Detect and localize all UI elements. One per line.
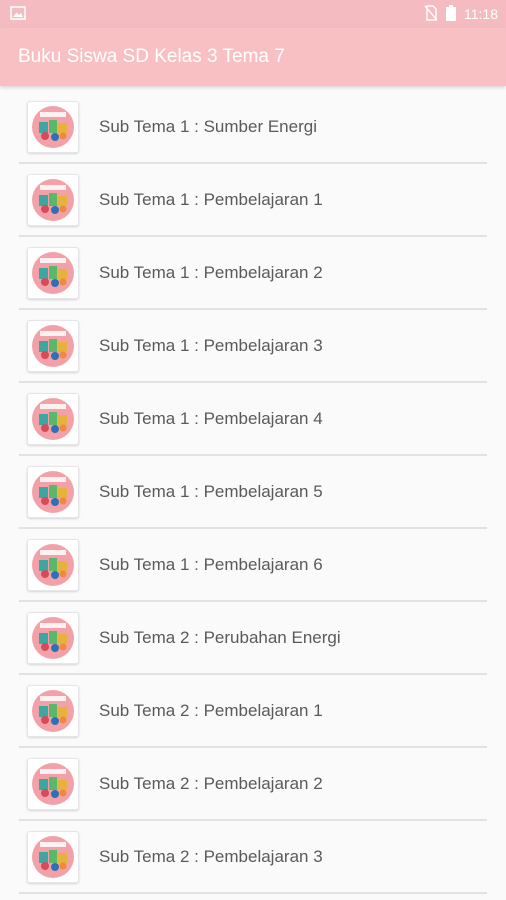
- list-item-label: Sub Tema 2 : Perubahan Energi: [99, 627, 341, 647]
- book-cover-icon: [27, 173, 79, 226]
- list-item-label: Sub Tema 1 : Pembelajaran 4: [99, 408, 323, 428]
- list-item[interactable]: Sub Tema 2 : Pembelajaran 2: [19, 748, 487, 821]
- list-item-label: Sub Tema 1 : Pembelajaran 3: [99, 335, 323, 355]
- book-cover-icon: [27, 830, 79, 883]
- app-bar: Buku Siswa SD Kelas 3 Tema 7: [0, 28, 506, 86]
- status-bar: 11:18: [0, 0, 506, 28]
- book-cover-art: [32, 397, 74, 440]
- list-item-label: Sub Tema 2 : Pembelajaran 1: [99, 700, 323, 720]
- status-time: 11:18: [464, 6, 498, 22]
- list-item-label: Sub Tema 1 : Pembelajaran 6: [99, 554, 323, 574]
- book-cover-icon: [27, 465, 79, 518]
- book-cover-art: [32, 616, 74, 659]
- battery-icon: [446, 4, 456, 24]
- book-cover-art: [32, 251, 74, 294]
- list-item[interactable]: Sub Tema 1 : Sumber Energi: [19, 91, 487, 164]
- book-cover-icon: [27, 246, 79, 299]
- list-item[interactable]: Sub Tema 1 : Pembelajaran 3: [19, 310, 487, 383]
- list-item-label: Sub Tema 1 : Pembelajaran 1: [99, 189, 323, 209]
- list-item[interactable]: Sub Tema 2 : Pembelajaran 3: [19, 821, 487, 894]
- list-item-label: Sub Tema 1 : Pembelajaran 5: [99, 481, 323, 501]
- book-cover-icon: [27, 319, 79, 372]
- book-cover-art: [32, 689, 74, 732]
- book-cover-art: [32, 762, 74, 805]
- app-title: Buku Siswa SD Kelas 3 Tema 7: [18, 46, 285, 67]
- list-item[interactable]: Sub Tema 1 : Pembelajaran 6: [19, 529, 487, 602]
- book-cover-art: [32, 178, 74, 221]
- list-item[interactable]: Sub Tema 1 : Pembelajaran 4: [19, 383, 487, 456]
- book-cover-art: [32, 543, 74, 586]
- book-cover-art: [32, 324, 74, 367]
- list-item[interactable]: Sub Tema 1 : Pembelajaran 2: [19, 237, 487, 310]
- book-cover-art: [32, 105, 74, 148]
- list-item-label: Sub Tema 2 : Pembelajaran 3: [99, 846, 323, 866]
- book-cover-icon: [27, 392, 79, 445]
- list-item[interactable]: Sub Tema 1 : Pembelajaran 5: [19, 456, 487, 529]
- list-item[interactable]: Sub Tema 2 : Pembelajaran 1: [19, 675, 487, 748]
- book-cover-art: [32, 470, 74, 513]
- list-item[interactable]: Sub Tema 1 : Pembelajaran 1: [19, 164, 487, 237]
- book-cover-icon: [27, 611, 79, 664]
- book-cover-icon: [27, 100, 79, 153]
- book-cover-icon: [27, 757, 79, 810]
- book-cover-icon: [27, 538, 79, 591]
- list-item-label: Sub Tema 1 : Pembelajaran 2: [99, 262, 323, 282]
- book-cover-art: [32, 835, 74, 878]
- book-cover-icon: [27, 684, 79, 737]
- list-item-label: Sub Tema 1 : Sumber Energi: [99, 116, 317, 136]
- sub-theme-list: Sub Tema 1 : Sumber Energi Sub Tema 1 : …: [19, 91, 487, 894]
- no-sim-icon: [424, 4, 438, 24]
- image-notification-icon: [10, 5, 26, 23]
- list-item[interactable]: Sub Tema 2 : Perubahan Energi: [19, 602, 487, 675]
- list-item-label: Sub Tema 2 : Pembelajaran 2: [99, 773, 323, 793]
